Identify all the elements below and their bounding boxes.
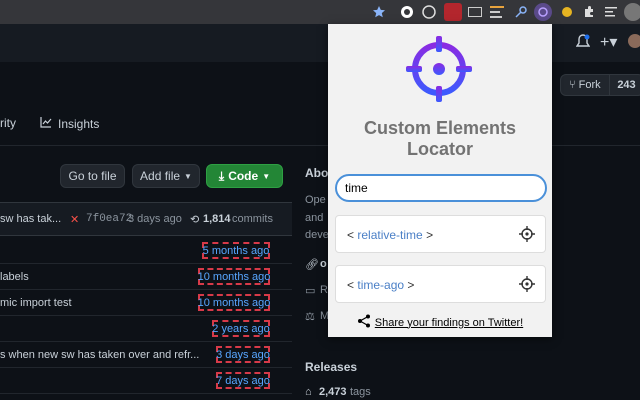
- commit-status-fail-icon[interactable]: ✕: [70, 213, 79, 226]
- license-icon: ⚖: [305, 310, 315, 323]
- code-label: Code: [228, 169, 258, 183]
- share-text: Share your findings on Twitter!: [375, 317, 523, 329]
- user-avatar[interactable]: [628, 34, 640, 48]
- file-age-relative-time: 10 months ago: [198, 268, 270, 285]
- result-item-relative-time[interactable]: < relative-time >: [335, 215, 546, 253]
- tab-insights-label: Insights: [58, 117, 99, 131]
- whatsapp-extension-icon[interactable]: [420, 3, 438, 21]
- commits-label[interactable]: commits: [232, 213, 273, 225]
- file-row: 2 years ago: [0, 316, 292, 342]
- notifications-bell-icon[interactable]: [576, 34, 590, 55]
- commit-message[interactable]: sw has tak...: [0, 213, 61, 225]
- add-file-button[interactable]: Add file ▼: [132, 164, 200, 188]
- file-age-relative-time: 5 months ago: [202, 242, 270, 259]
- circle-extension-icon[interactable]: [558, 3, 576, 21]
- result-element-name: < relative-time >: [347, 228, 433, 242]
- locate-crosshair-icon[interactable]: [519, 226, 535, 245]
- profile-avatar[interactable]: [624, 3, 640, 21]
- result-tag-name: relative-time: [357, 228, 422, 242]
- fork-button[interactable]: ⑂ Fork 243: [560, 74, 640, 96]
- key-extension-icon[interactable]: [512, 3, 530, 21]
- popup-title-line: Custom Elements: [328, 118, 552, 139]
- file-row: s when new sw has taken over and refr...…: [0, 342, 292, 368]
- create-new-plus-icon[interactable]: +▾: [600, 32, 617, 52]
- crosshair-logo-icon: [404, 32, 474, 107]
- result-item-time-ago[interactable]: < time-ago >: [335, 265, 546, 303]
- custom-elements-locator-extension-icon[interactable]: [534, 3, 552, 21]
- tag-icon: ⌂: [305, 386, 312, 398]
- about-line: and: [305, 212, 323, 224]
- file-age-relative-time: 2 years ago: [212, 320, 270, 337]
- latest-commit-bar: sw has tak... ✕ 7f0ea72 3 days ago ⟲ 1,8…: [0, 202, 292, 236]
- popup-title-line: Locator: [328, 139, 552, 160]
- browser-toolbar: [0, 0, 640, 24]
- fork-count: 243: [609, 75, 640, 95]
- readme-link[interactable]: R: [320, 284, 328, 296]
- website-link[interactable]: o: [320, 258, 327, 270]
- go-to-file-button[interactable]: Go to file: [60, 164, 125, 188]
- download-icon: ⤓: [219, 169, 224, 184]
- fork-label: Fork: [579, 79, 601, 91]
- chevron-down-icon: ▼: [184, 172, 192, 181]
- file-commit-message[interactable]: labels: [0, 271, 29, 283]
- file-age-relative-time: 10 months ago: [198, 294, 270, 311]
- mail-extension-icon[interactable]: [466, 3, 484, 21]
- add-file-label: Add file: [140, 169, 180, 183]
- chevron-down-icon: ▼: [262, 172, 270, 181]
- reading-list-icon[interactable]: [602, 3, 620, 21]
- commit-count[interactable]: 1,814: [203, 213, 231, 225]
- file-row: labels 10 months ago: [0, 264, 292, 290]
- tab-security-label: rity: [0, 116, 16, 130]
- github-extension-icon[interactable]: [398, 3, 416, 21]
- fork-icon: ⑂: [569, 79, 576, 91]
- code-button[interactable]: ⤓ Code ▼: [206, 164, 283, 188]
- ublock-extension-icon[interactable]: [444, 3, 462, 21]
- file-commit-message[interactable]: s when new sw has taken over and refr...: [0, 349, 199, 361]
- book-icon: ▭: [305, 284, 315, 297]
- puzzle-extensions-icon[interactable]: [580, 3, 598, 21]
- locate-crosshair-icon[interactable]: [519, 276, 535, 295]
- bars-extension-icon[interactable]: [488, 3, 506, 21]
- commit-age: 3 days ago: [128, 213, 182, 225]
- tags-count[interactable]: 2,473: [319, 386, 347, 398]
- tags-label[interactable]: tags: [350, 386, 371, 398]
- result-element-name: < time-ago >: [347, 278, 414, 292]
- file-age-relative-time: 7 days ago: [216, 372, 270, 389]
- tab-security[interactable]: rity: [0, 116, 16, 130]
- commit-sha[interactable]: 7f0ea72: [86, 213, 132, 225]
- bookmark-star-icon[interactable]: [370, 3, 388, 21]
- file-commit-message[interactable]: mic import test: [0, 297, 72, 309]
- share-icon: [357, 314, 371, 331]
- element-search-input[interactable]: [335, 174, 547, 202]
- file-row: 7 days ago: [0, 368, 292, 394]
- about-line: Ope: [305, 194, 326, 206]
- about-line: deve: [305, 229, 329, 241]
- file-row: mic import test 10 months ago: [0, 290, 292, 316]
- go-to-file-label: Go to file: [68, 169, 116, 183]
- graph-icon: [40, 116, 52, 131]
- file-age-relative-time: 3 days ago: [216, 346, 270, 363]
- share-twitter-link[interactable]: Share your findings on Twitter!: [328, 314, 552, 331]
- link-icon: 🔗︎: [305, 258, 319, 271]
- about-heading: Abo: [305, 166, 328, 180]
- history-icon: ⟲: [190, 213, 199, 226]
- releases-heading[interactable]: Releases: [305, 360, 357, 374]
- result-tag-name: time-ago: [357, 278, 404, 292]
- custom-elements-locator-popup: Custom Elements Locator < relative-time …: [328, 24, 552, 337]
- tab-insights[interactable]: Insights: [40, 116, 99, 131]
- file-row: 5 months ago: [0, 238, 292, 264]
- popup-title: Custom Elements Locator: [328, 118, 552, 160]
